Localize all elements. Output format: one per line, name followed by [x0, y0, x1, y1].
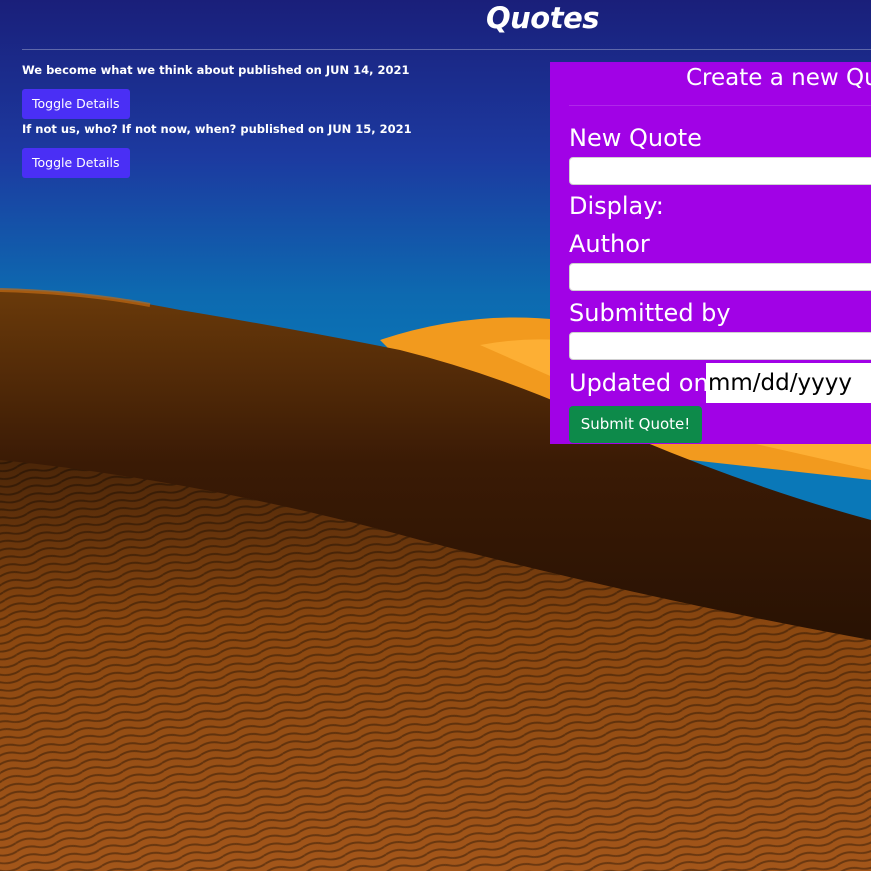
- quote-list: We become what we think about published …: [22, 61, 542, 178]
- new-quote-label: New Quote: [569, 124, 702, 152]
- toggle-details-button[interactable]: Toggle Details: [22, 89, 130, 119]
- new-quote-input[interactable]: [569, 157, 871, 185]
- quote-text: If not us, who? If not now, when? publis…: [22, 122, 412, 136]
- page-title: Quotes: [485, 1, 600, 35]
- submitted-by-label: Submitted by: [569, 299, 731, 327]
- updated-on-date-input[interactable]: mm/dd/yyyy: [706, 363, 871, 403]
- submitted-by-input[interactable]: [569, 332, 871, 360]
- title-divider: [22, 49, 871, 50]
- author-label: Author: [569, 230, 650, 258]
- toggle-details-button[interactable]: Toggle Details: [22, 148, 130, 178]
- quote-text: We become what we think about published …: [22, 63, 410, 77]
- form-heading: Create a new Qu: [686, 65, 871, 91]
- display-label: Display:: [569, 192, 664, 220]
- list-item: We become what we think about published …: [22, 61, 542, 119]
- submit-quote-button[interactable]: Submit Quote!: [569, 406, 702, 443]
- author-input[interactable]: [569, 263, 871, 291]
- updated-on-label: Updated on: [569, 369, 709, 397]
- form-divider: [569, 105, 871, 106]
- create-quote-form: Create a new Qu New Quote Display: Autho…: [550, 62, 871, 444]
- list-item: If not us, who? If not now, when? publis…: [22, 120, 542, 178]
